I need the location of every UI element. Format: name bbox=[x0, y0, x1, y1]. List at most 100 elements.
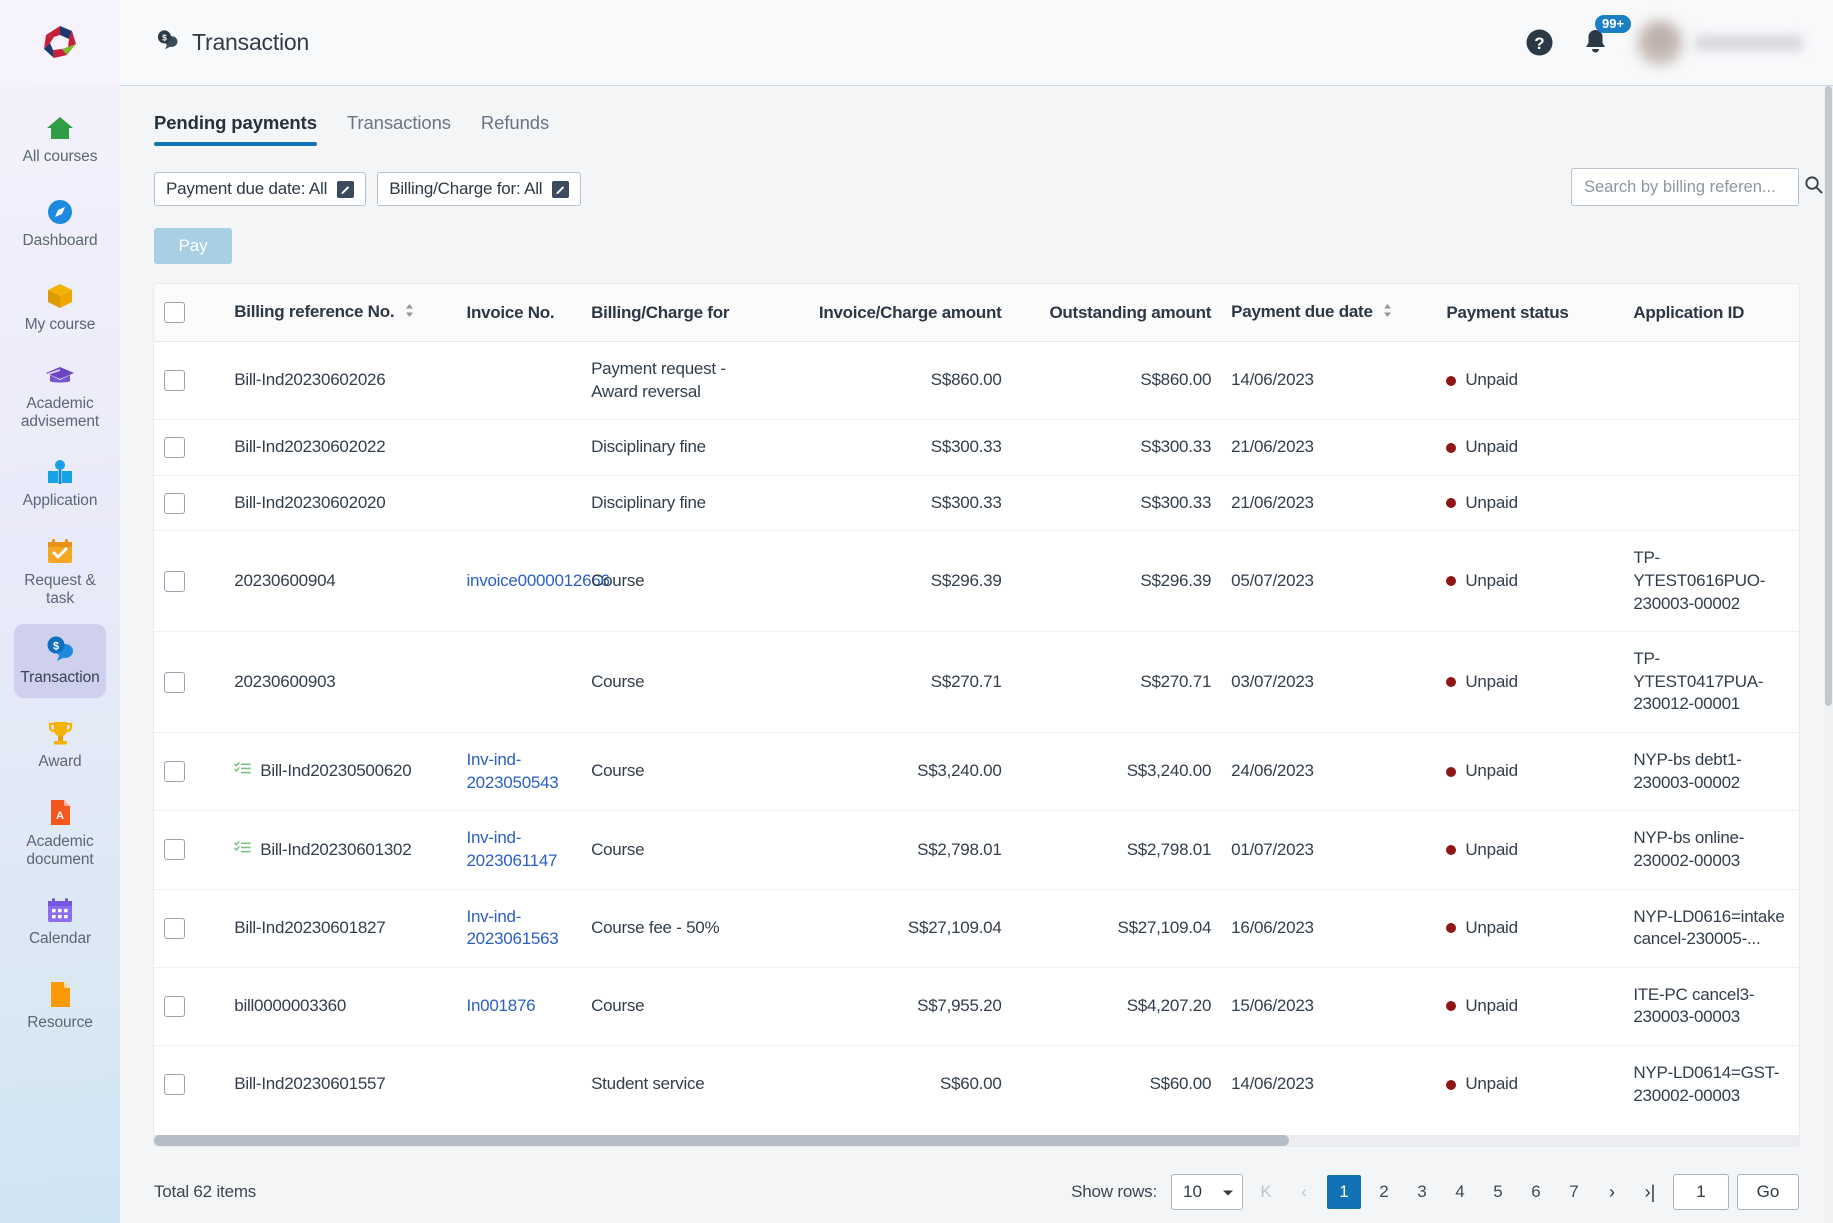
table-row[interactable]: Bill-Ind20230602026Payment request - Awa… bbox=[154, 342, 1799, 420]
cell-payment-status: Unpaid bbox=[1436, 889, 1623, 967]
cell-due-date: 21/06/2023 bbox=[1221, 420, 1436, 476]
row-select-cell bbox=[154, 632, 224, 733]
table: Billing reference No. Invoice No. Billin… bbox=[154, 284, 1799, 1123]
tab-transactions[interactable]: Transactions bbox=[347, 112, 451, 146]
first-page-button[interactable]: K bbox=[1251, 1176, 1281, 1208]
sidebar-item-resource[interactable]: Resource bbox=[14, 969, 106, 1043]
table-row[interactable]: Bill-Ind20230602020Disciplinary fineS$30… bbox=[154, 475, 1799, 531]
invoice-link[interactable]: invoice0000012666 bbox=[466, 571, 609, 590]
pay-button[interactable]: Pay bbox=[154, 228, 232, 264]
compass-icon bbox=[47, 197, 73, 227]
cell-invoice-amount: S$300.33 bbox=[785, 475, 1012, 531]
table-row[interactable]: Bill-Ind20230601302Inv-ind-2023061147Cou… bbox=[154, 811, 1799, 889]
bell-icon[interactable]: 99+ bbox=[1582, 28, 1609, 57]
sidebar-item-request-task[interactable]: Request & task bbox=[14, 531, 106, 614]
invoice-link[interactable]: Inv-ind-2023061563 bbox=[466, 907, 558, 949]
select-all-header bbox=[154, 284, 224, 342]
row-checkbox[interactable] bbox=[164, 996, 185, 1017]
invoice-link[interactable]: In001876 bbox=[466, 996, 535, 1015]
search-box[interactable] bbox=[1571, 168, 1799, 206]
page-button-5[interactable]: 5 bbox=[1483, 1176, 1513, 1208]
col-due-date[interactable]: Payment due date bbox=[1221, 284, 1436, 342]
row-checkbox[interactable] bbox=[164, 761, 185, 782]
table-row[interactable]: Bill-Ind20230601827Inv-ind-2023061563Cou… bbox=[154, 889, 1799, 967]
invoice-link[interactable]: Inv-ind-2023061147 bbox=[466, 828, 557, 870]
table-row[interactable]: Bill-Ind20230602022Disciplinary fineS$30… bbox=[154, 420, 1799, 476]
next-page-button[interactable]: › bbox=[1597, 1176, 1627, 1208]
cell-due-date: 15/06/2023 bbox=[1221, 967, 1436, 1045]
sidebar-label: All courses bbox=[23, 148, 98, 166]
row-checkbox[interactable] bbox=[164, 672, 185, 693]
tab-refunds[interactable]: Refunds bbox=[481, 112, 549, 146]
sort-icon[interactable] bbox=[404, 303, 415, 323]
sidebar-item-transaction[interactable]: $ Transaction bbox=[14, 624, 106, 698]
user-avatar[interactable] bbox=[1637, 20, 1803, 66]
cell-invoice-amount: S$2,798.01 bbox=[785, 811, 1012, 889]
sidebar-item-academic-advisement[interactable]: Academic advisement bbox=[14, 354, 106, 437]
cell-invoice-amount: S$270.71 bbox=[785, 632, 1012, 733]
table-row[interactable]: 20230600903CourseS$270.71S$270.7103/07/2… bbox=[154, 632, 1799, 733]
table-row[interactable]: bill0000003360In001876CourseS$7,955.20S$… bbox=[154, 967, 1799, 1045]
col-invoice-amount: Invoice/Charge amount bbox=[785, 284, 1012, 342]
billing-ref-value: Bill-Ind20230602026 bbox=[234, 369, 385, 392]
sidebar-label: Request & task bbox=[16, 572, 104, 608]
sidebar-item-award[interactable]: Award bbox=[14, 708, 106, 782]
cell-billing-for: Course bbox=[581, 967, 785, 1045]
sidebar-item-dashboard[interactable]: Dashboard bbox=[14, 186, 106, 260]
graduation-cap-icon bbox=[45, 360, 75, 390]
sidebar-nav: All courses Dashboard My course Academic… bbox=[0, 86, 120, 1053]
cell-billing-for: Course fee - 50% bbox=[581, 889, 785, 967]
app-logo[interactable] bbox=[0, 0, 120, 86]
col-billing-ref[interactable]: Billing reference No. bbox=[224, 284, 456, 342]
filter-payment-due-date[interactable]: Payment due date: All bbox=[154, 172, 366, 206]
rows-per-page-select[interactable]: 10 bbox=[1171, 1174, 1243, 1210]
invoice-link[interactable]: Inv-ind-2023050543 bbox=[466, 750, 558, 792]
page-button-4[interactable]: 4 bbox=[1445, 1176, 1475, 1208]
sidebar-item-academic-document[interactable]: A Academic document bbox=[14, 792, 106, 875]
page-button-1[interactable]: 1 bbox=[1327, 1175, 1361, 1209]
goto-page-input[interactable] bbox=[1673, 1174, 1729, 1210]
col-billing-for: Billing/Charge for bbox=[581, 284, 785, 342]
row-checkbox[interactable] bbox=[164, 437, 185, 458]
row-checkbox[interactable] bbox=[164, 493, 185, 514]
page-scrollbar[interactable] bbox=[1824, 86, 1833, 1223]
table-row[interactable]: 20230600904invoice0000012666CourseS$296.… bbox=[154, 531, 1799, 632]
page-button-3[interactable]: 3 bbox=[1407, 1176, 1437, 1208]
sidebar-item-calendar[interactable]: Calendar bbox=[14, 885, 106, 959]
search-input[interactable] bbox=[1584, 178, 1804, 197]
cell-billing-ref: Bill-Ind20230500620 bbox=[224, 733, 456, 811]
go-button[interactable]: Go bbox=[1737, 1174, 1799, 1210]
table-row[interactable]: Bill-Ind20230500620Inv-ind-2023050543Cou… bbox=[154, 733, 1799, 811]
page-title: $ Transaction bbox=[156, 29, 309, 56]
status-label: Unpaid bbox=[1465, 917, 1517, 940]
row-checkbox[interactable] bbox=[164, 1074, 185, 1095]
cell-invoice-no bbox=[456, 342, 581, 420]
help-circle-icon[interactable]: ? bbox=[1525, 28, 1554, 57]
sort-icon[interactable] bbox=[1382, 303, 1393, 323]
page-button-7[interactable]: 7 bbox=[1559, 1176, 1589, 1208]
page-button-2[interactable]: 2 bbox=[1369, 1176, 1399, 1208]
row-checkbox[interactable] bbox=[164, 839, 185, 860]
horizontal-scrollbar-thumb[interactable] bbox=[154, 1135, 1289, 1146]
row-checkbox[interactable] bbox=[164, 571, 185, 592]
prev-page-button[interactable]: ‹ bbox=[1289, 1176, 1319, 1208]
cell-billing-for: Course bbox=[581, 632, 785, 733]
page-scrollbar-thumb[interactable] bbox=[1825, 86, 1832, 706]
cell-application-id bbox=[1623, 420, 1799, 476]
sidebar-item-all-courses[interactable]: All courses bbox=[14, 102, 106, 176]
sidebar-item-application[interactable]: Application bbox=[14, 447, 106, 521]
cell-outstanding-amount: S$27,109.04 bbox=[1012, 889, 1222, 967]
horizontal-scrollbar[interactable] bbox=[154, 1135, 1799, 1146]
filter-billing-charge-for[interactable]: Billing/Charge for: All bbox=[377, 172, 581, 206]
cell-invoice-amount: S$296.39 bbox=[785, 531, 1012, 632]
select-all-checkbox[interactable] bbox=[164, 302, 185, 323]
search-icon[interactable] bbox=[1804, 175, 1823, 199]
row-checkbox[interactable] bbox=[164, 370, 185, 391]
last-page-button[interactable]: ›| bbox=[1635, 1176, 1665, 1208]
page-button-6[interactable]: 6 bbox=[1521, 1176, 1551, 1208]
sidebar-item-my-course[interactable]: My course bbox=[14, 270, 106, 344]
row-checkbox[interactable] bbox=[164, 918, 185, 939]
table-row[interactable]: Bill-Ind20230601557Student serviceS$60.0… bbox=[154, 1045, 1799, 1123]
cell-invoice-no bbox=[456, 475, 581, 531]
tab-pending-payments[interactable]: Pending payments bbox=[154, 112, 317, 146]
